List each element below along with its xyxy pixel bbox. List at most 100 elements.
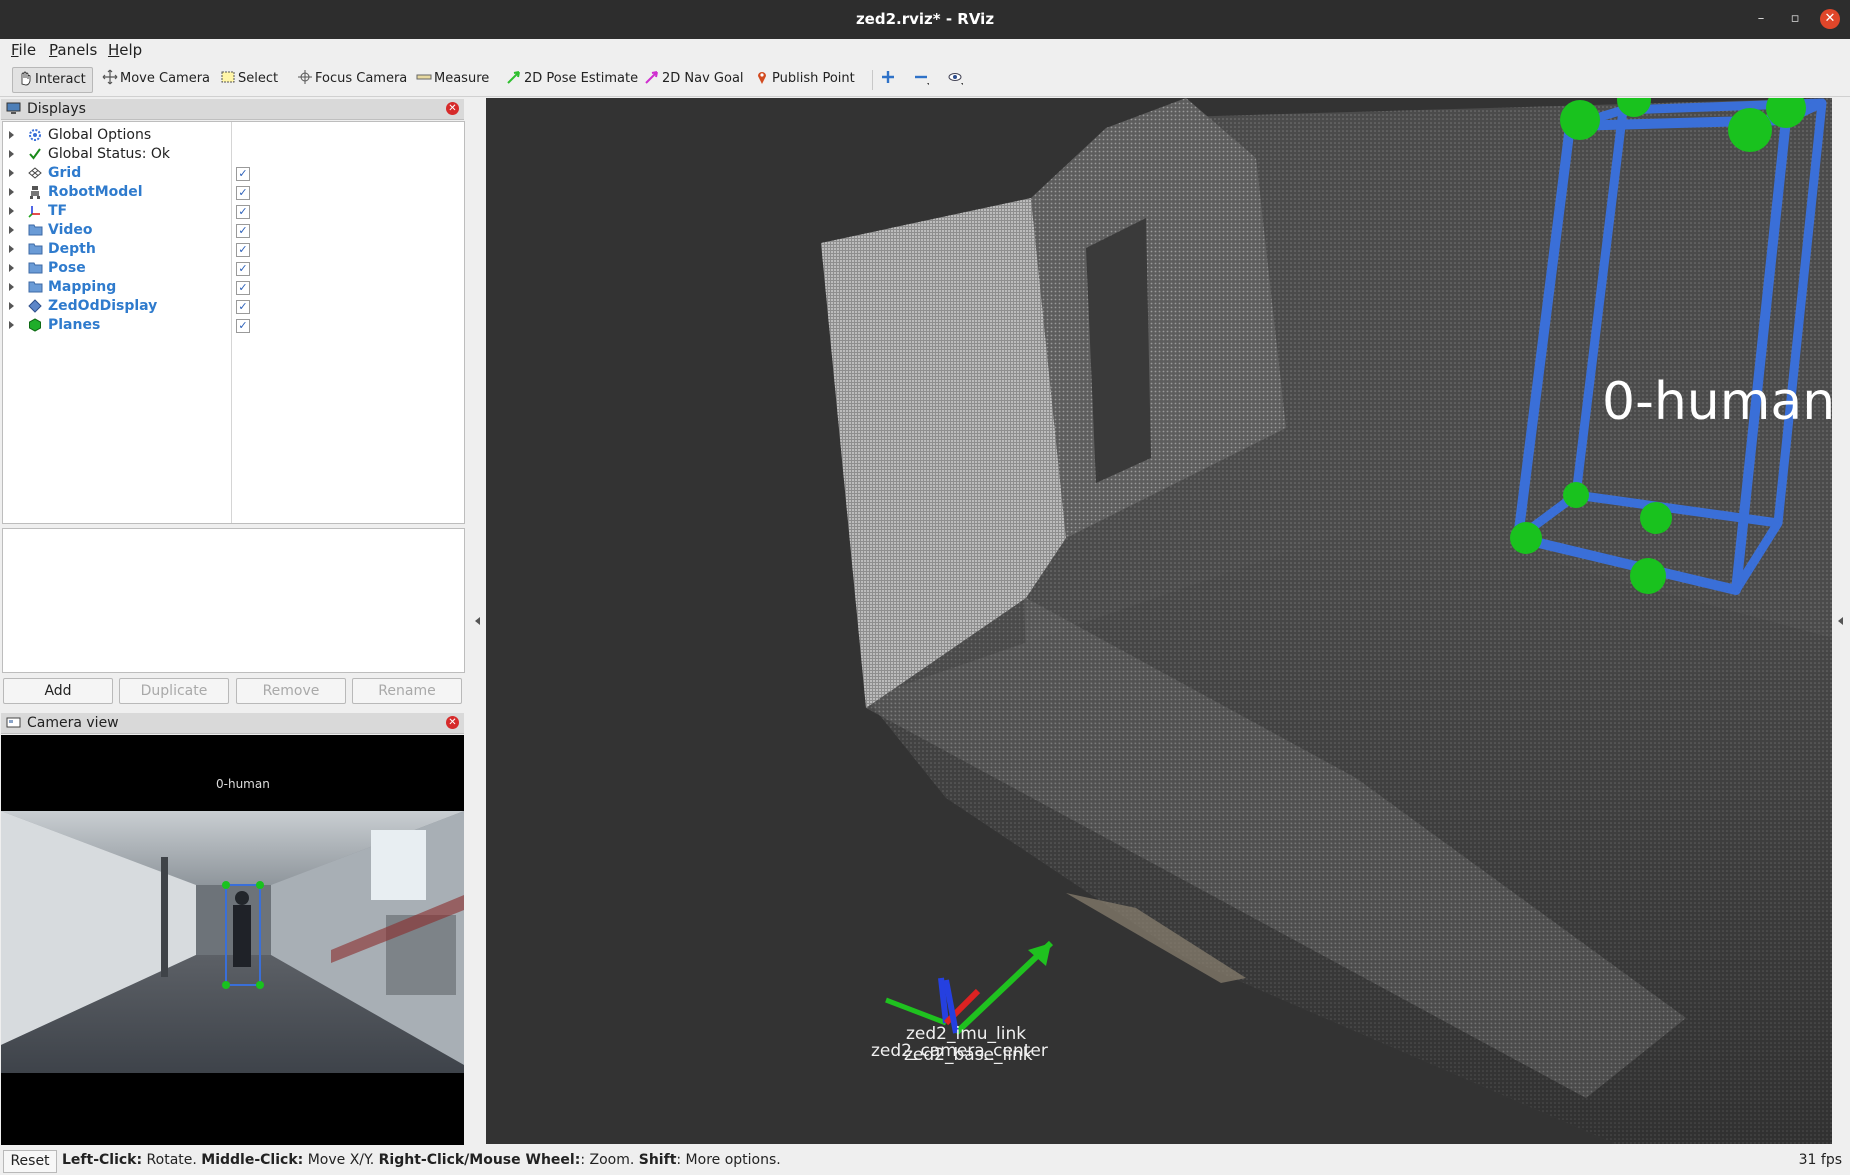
move-camera-tool[interactable]: Move Camera: [102, 67, 210, 91]
display-label: Planes: [48, 317, 101, 333]
measure-tool[interactable]: Measure: [416, 67, 489, 91]
toolbar-separator: [872, 70, 873, 90]
publish-point-tool[interactable]: Publish Point: [754, 67, 855, 91]
axes-icon: [27, 204, 43, 219]
camera-view-panel-header: Camera view ✕: [1, 713, 464, 734]
display-row[interactable]: Depth ✓: [3, 240, 464, 259]
diamond-icon: [27, 299, 43, 314]
expand-arrow-icon[interactable]: [9, 245, 14, 253]
minimize-button[interactable]: –: [1751, 9, 1771, 29]
display-enabled-checkbox[interactable]: ✓: [236, 243, 250, 257]
display-enabled-checkbox[interactable]: ✓: [236, 205, 250, 219]
nav-goal-tool[interactable]: 2D Nav Goal: [644, 67, 744, 91]
display-label: Mapping: [48, 279, 117, 295]
expand-arrow-icon[interactable]: [9, 169, 14, 177]
fps-counter: 31 fps: [1798, 1152, 1842, 1168]
hand-pointer-icon: [21, 71, 31, 86]
green-arrow-icon: [507, 71, 520, 84]
display-row[interactable]: Global Options: [3, 126, 464, 145]
pose-estimate-tool[interactable]: 2D Pose Estimate: [506, 67, 638, 91]
display-enabled-checkbox[interactable]: ✓: [236, 262, 250, 276]
remove-display-button[interactable]: Remove: [236, 678, 346, 704]
focus-camera-tool[interactable]: Focus Camera: [297, 67, 407, 91]
display-row[interactable]: Global Status: Ok: [3, 145, 464, 164]
display-row[interactable]: Video ✓: [3, 221, 464, 240]
expand-arrow-icon[interactable]: [9, 188, 14, 196]
camera-view-image[interactable]: 0-human: [1, 735, 464, 1145]
displays-tree: Global Options Global Status: Ok Grid ✓ Robo…: [2, 121, 465, 524]
display-row[interactable]: Planes ✓: [3, 316, 464, 335]
grid-icon: [27, 166, 43, 181]
camera-view-object-label: 0-human: [216, 777, 270, 791]
gear-icon: [27, 128, 43, 143]
display-description-box: [2, 528, 465, 673]
remove-tool-button[interactable]: [913, 67, 931, 91]
display-label: Depth: [48, 241, 96, 257]
display-row[interactable]: Pose ✓: [3, 259, 464, 278]
display-row[interactable]: TF ✓: [3, 202, 464, 221]
camera-panel-icon: [6, 717, 21, 728]
move-arrows-icon: [102, 69, 118, 85]
menu-file[interactable]: File: [11, 41, 36, 59]
display-label: Video: [48, 222, 93, 238]
interact-tool[interactable]: Interact: [12, 67, 93, 93]
expand-arrow-icon[interactable]: [9, 150, 14, 158]
display-label: ZedOdDisplay: [48, 298, 158, 314]
object-3d-label: 0-human: [1602, 372, 1832, 432]
display-row[interactable]: ZedOdDisplay ✓: [3, 297, 464, 316]
add-tool-button[interactable]: [880, 67, 898, 91]
display-enabled-checkbox[interactable]: ✓: [236, 186, 250, 200]
close-displays-panel-button[interactable]: ✕: [446, 102, 459, 115]
display-enabled-checkbox[interactable]: ✓: [236, 300, 250, 314]
add-display-button[interactable]: Add: [3, 678, 113, 704]
reset-view-button[interactable]: Reset: [3, 1150, 57, 1173]
eye-icon: [948, 73, 963, 85]
tf-label-base-link: zed2_base_link: [904, 1045, 1033, 1065]
window-title: zed2.rviz* - RViz: [855, 10, 995, 28]
expand-arrow-icon[interactable]: [9, 131, 14, 139]
view-options-button[interactable]: [947, 67, 965, 91]
right-splitter-arrow[interactable]: [1838, 617, 1843, 625]
window-title-bar: zed2.rviz* - RViz – ▫ ✕: [0, 0, 1850, 39]
displays-panel-header: Displays ✕: [1, 99, 464, 120]
display-row[interactable]: Mapping ✓: [3, 278, 464, 297]
camera-view-title: Camera view: [27, 715, 119, 731]
display-enabled-checkbox[interactable]: ✓: [236, 224, 250, 238]
display-label: TF: [48, 203, 68, 219]
expand-arrow-icon[interactable]: [9, 321, 14, 329]
expand-arrow-icon[interactable]: [9, 207, 14, 215]
robot-icon: [27, 185, 43, 200]
menu-panels[interactable]: Panels: [49, 41, 97, 59]
expand-arrow-icon[interactable]: [9, 226, 14, 234]
close-window-button[interactable]: ✕: [1820, 9, 1840, 29]
display-label: Global Status: Ok: [48, 146, 171, 162]
display-row[interactable]: RobotModel ✓: [3, 183, 464, 202]
menu-bar: File Panels Help: [0, 39, 1850, 61]
duplicate-display-button[interactable]: Duplicate: [119, 678, 229, 704]
select-box-icon: [221, 71, 235, 83]
menu-help[interactable]: Help: [108, 41, 142, 59]
expand-arrow-icon[interactable]: [9, 283, 14, 291]
hexagon-icon: [27, 318, 43, 333]
display-row[interactable]: Grid ✓: [3, 164, 464, 183]
3d-render-viewport[interactable]: 0-human zed2_imu_link zed2_camera_center…: [486, 98, 1832, 1144]
point-cloud-scene: 0-human zed2_imu_link zed2_camera_center…: [821, 98, 1832, 1144]
displays-panel-title: Displays: [27, 101, 86, 117]
close-camera-view-button[interactable]: ✕: [446, 716, 459, 729]
display-enabled-checkbox[interactable]: ✓: [236, 167, 250, 181]
folder-icon: [27, 242, 43, 257]
display-enabled-checkbox[interactable]: ✓: [236, 319, 250, 333]
ruler-icon: [416, 74, 432, 80]
left-splitter-arrow[interactable]: [475, 617, 480, 625]
display-enabled-checkbox[interactable]: ✓: [236, 281, 250, 295]
maximize-button[interactable]: ▫: [1785, 9, 1805, 29]
expand-arrow-icon[interactable]: [9, 264, 14, 272]
tf-frame-axes: [885, 940, 1054, 1036]
corridor-camera-image: [1, 735, 464, 1145]
display-label: Global Options: [48, 127, 152, 143]
select-tool[interactable]: Select: [220, 67, 278, 91]
expand-arrow-icon[interactable]: [9, 302, 14, 310]
tool-bar: Interact Move Camera Select Focus Camera…: [0, 62, 1850, 97]
status-hint: Left-Click: Rotate. Middle-Click: Move X…: [62, 1152, 781, 1168]
rename-display-button[interactable]: Rename: [352, 678, 462, 704]
